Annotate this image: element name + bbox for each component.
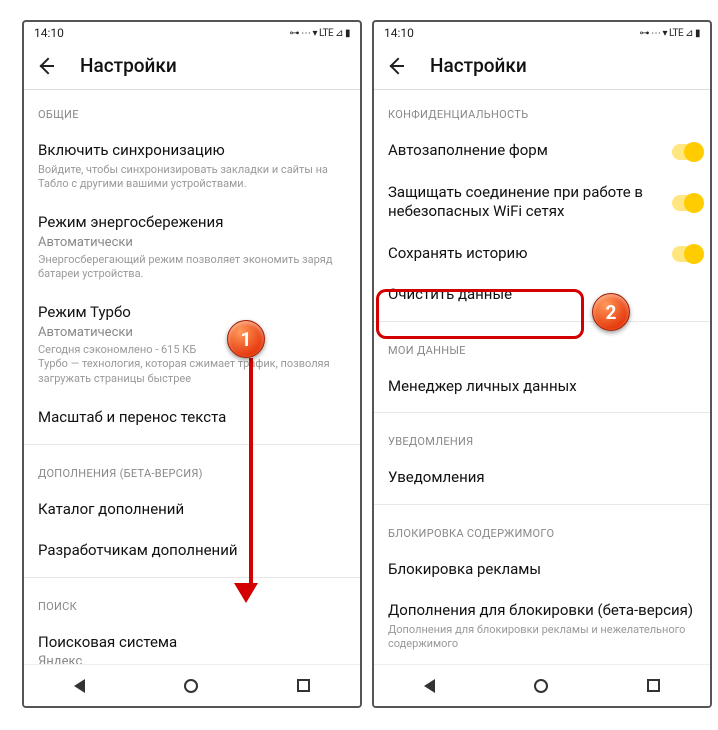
nav-home-icon[interactable] [534, 679, 548, 693]
annotation-callout-2: 2 [592, 293, 630, 331]
divider [24, 444, 360, 445]
toggle-on-icon[interactable] [672, 246, 702, 262]
app-bar: Настройки [374, 44, 710, 90]
settings-list: КОНФИДЕНЦИАЛЬНОСТЬ Автозаполнение форм З… [374, 90, 710, 663]
nav-recent-icon[interactable] [297, 679, 310, 692]
divider [374, 321, 710, 322]
item-addons-dev[interactable]: Разработчикам дополнений [38, 531, 346, 573]
nav-back-icon[interactable] [424, 679, 435, 693]
nav-back-icon[interactable] [74, 679, 85, 693]
section-addons: ДОПОЛНЕНИЯ (БЕТА-ВЕРСИЯ) [38, 449, 346, 490]
app-bar: Настройки [24, 44, 360, 90]
status-time: 14:10 [34, 26, 64, 40]
item-save-history[interactable]: Сохранять историю [388, 234, 696, 276]
android-nav-bar [374, 664, 710, 706]
status-bar: 14:10 ⊶ ⋯ ▾ LTE ⊿ ▮ [374, 22, 710, 44]
item-wifi-protect[interactable]: Защищать соединение при работе в небезоп… [388, 173, 696, 234]
item-block-addons[interactable]: Дополнения для блокировки (бета-версия) … [388, 591, 696, 663]
item-autofill[interactable]: Автозаполнение форм [388, 131, 696, 173]
item-notifications[interactable]: Уведомления [388, 458, 696, 500]
section-notifications: УВЕДОМЛЕНИЯ [388, 417, 696, 458]
phone-screen-right: 14:10 ⊶ ⋯ ▾ LTE ⊿ ▮ Настройки КОНФИДЕНЦИ… [372, 20, 712, 708]
settings-list: ОБЩИЕ Включить синхронизацию Войдите, чт… [24, 90, 360, 682]
divider [374, 412, 710, 413]
item-zoom-wrap[interactable]: Масштаб и перенос текста [38, 398, 346, 440]
phone-screen-left: 14:10 ⊶ ⋯ ▾ LTE ⊿ ▮ Настройки ОБЩИЕ Вклю… [22, 20, 362, 708]
annotation-callout-1: 1 [227, 320, 265, 358]
section-privacy: КОНФИДЕНЦИАЛЬНОСТЬ [388, 90, 696, 131]
item-turbo-mode[interactable]: Режим Турбо Автоматически Сегодня сэконо… [38, 293, 346, 398]
back-arrow-icon[interactable] [38, 57, 56, 75]
item-power-mode[interactable]: Режим энергосбережения Автоматически Эне… [38, 203, 346, 293]
item-sync[interactable]: Включить синхронизацию Войдите, чтобы си… [38, 131, 346, 203]
status-time: 14:10 [384, 26, 414, 40]
item-adblock[interactable]: Блокировка рекламы [388, 550, 696, 592]
status-icons: ⊶ ⋯ ▾ LTE ⊿ ▮ [640, 28, 701, 39]
divider [24, 577, 360, 578]
item-personal-data-manager[interactable]: Менеджер личных данных [388, 367, 696, 409]
item-addons-catalog[interactable]: Каталог дополнений [38, 490, 346, 532]
status-bar: 14:10 ⊶ ⋯ ▾ LTE ⊿ ▮ [24, 22, 360, 44]
back-arrow-icon[interactable] [388, 57, 406, 75]
section-mydata: МОИ ДАННЫЕ [388, 326, 696, 367]
toggle-on-icon[interactable] [672, 195, 702, 211]
section-search: ПОИСК [38, 582, 346, 623]
section-blocking: БЛОКИРОВКА СОДЕРЖИМОГО [388, 509, 696, 550]
page-title: Настройки [430, 54, 527, 77]
nav-recent-icon[interactable] [647, 679, 660, 692]
item-clear-data[interactable]: Очистить данные [388, 275, 696, 317]
android-nav-bar [24, 664, 360, 706]
status-icons: ⊶ ⋯ ▾ LTE ⊿ ▮ [290, 28, 351, 39]
page-title: Настройки [80, 54, 177, 77]
divider [374, 504, 710, 505]
annotation-arrow-down-icon [244, 358, 258, 603]
toggle-on-icon[interactable] [672, 144, 702, 160]
section-general: ОБЩИЕ [38, 90, 346, 131]
nav-home-icon[interactable] [184, 679, 198, 693]
